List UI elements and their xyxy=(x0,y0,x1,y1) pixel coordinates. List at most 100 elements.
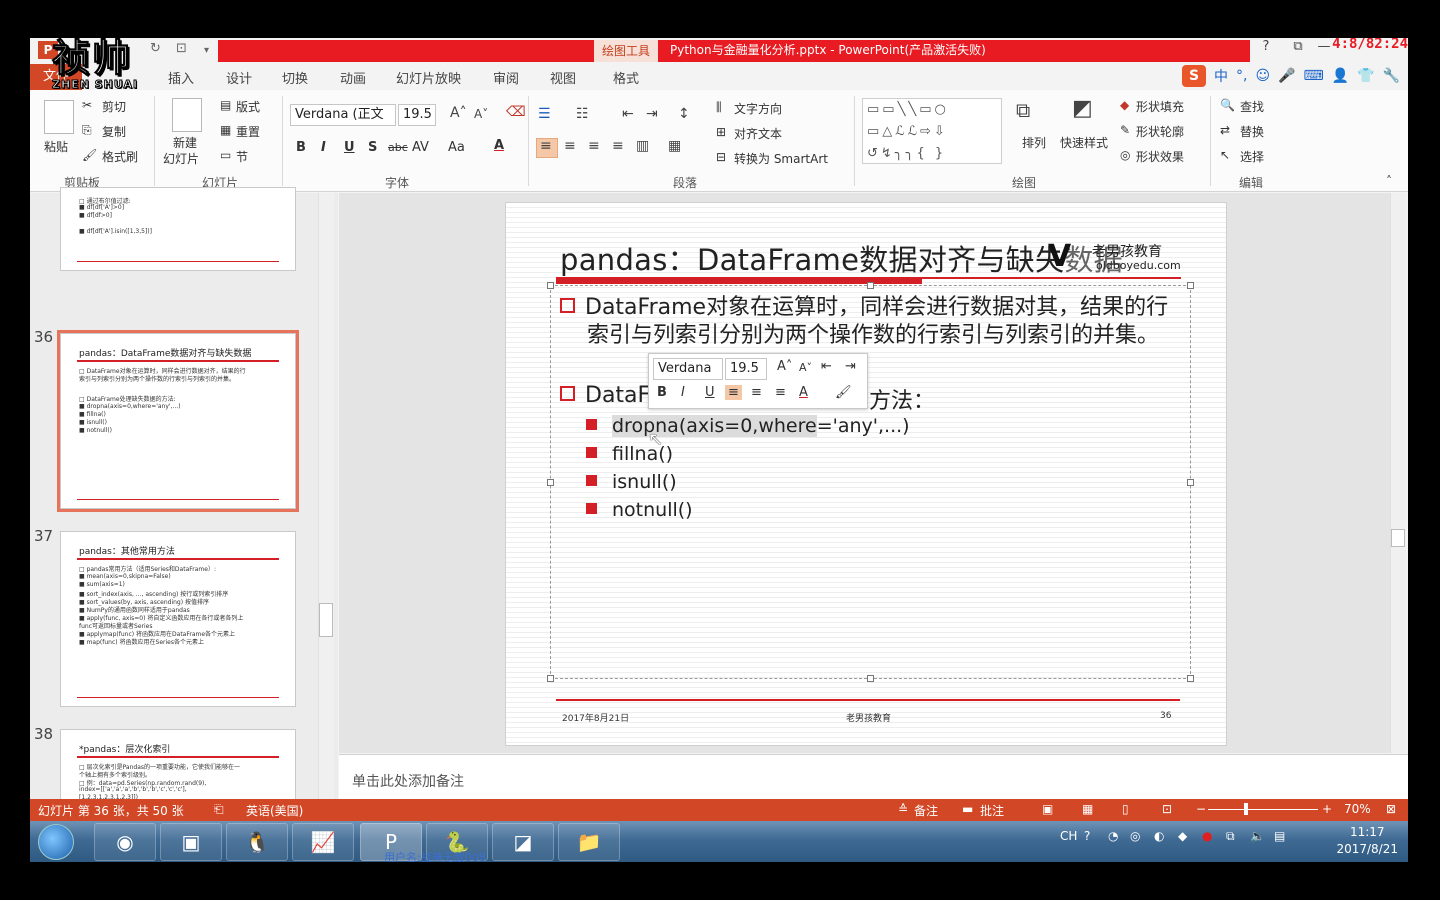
select-button[interactable]: 选择 xyxy=(1240,148,1264,165)
emoji-icon[interactable]: ☺ xyxy=(1255,68,1270,84)
shrink-font-icon[interactable]: A˅ xyxy=(474,107,488,121)
paste-button[interactable]: 粘贴 xyxy=(44,138,68,155)
shape-outline-button[interactable]: 形状轮廓 xyxy=(1136,123,1184,140)
change-case-button[interactable]: Aa xyxy=(448,140,465,155)
select-icon[interactable]: ↖ xyxy=(1220,148,1230,162)
zoom-slider-knob[interactable] xyxy=(1244,803,1248,815)
microphone-icon[interactable]: 🎤 xyxy=(1278,68,1295,84)
resize-handle[interactable] xyxy=(547,282,554,289)
tab-format[interactable]: 格式 xyxy=(613,68,639,87)
tab-animations[interactable]: 动画 xyxy=(340,68,366,87)
resize-handle[interactable] xyxy=(867,675,874,682)
resize-handle[interactable] xyxy=(1187,282,1194,289)
columns-icon[interactable]: ▦ xyxy=(668,138,681,154)
quick-styles-button[interactable]: 快速样式 xyxy=(1060,134,1108,151)
tab-view[interactable]: 视图 xyxy=(550,68,576,87)
sogou-ime-toolbar[interactable]: S 中 °, ☺ 🎤 ⌨ 👤 👕 🔧 xyxy=(1182,65,1400,87)
tab-design[interactable]: 设计 xyxy=(226,68,252,87)
resize-handle[interactable] xyxy=(1187,675,1194,682)
shape-outline-icon[interactable]: ✎ xyxy=(1120,123,1130,137)
mini-size-combo[interactable]: 19.5 xyxy=(725,358,767,380)
section-button[interactable]: 节 xyxy=(236,148,248,165)
folder-icon[interactable]: 📁 xyxy=(558,823,620,861)
mini-bold-button[interactable]: B xyxy=(657,385,667,400)
tab-transitions[interactable]: 切换 xyxy=(282,68,308,87)
decrease-indent-icon[interactable]: ⇤ xyxy=(622,106,634,122)
bullets-icon[interactable]: ☰ xyxy=(538,106,551,122)
punctuation-icon[interactable]: °, xyxy=(1236,68,1247,84)
tray-icon[interactable]: ◔ xyxy=(1108,829,1118,843)
canvas-scroll-thumb[interactable] xyxy=(1391,529,1405,547)
collapse-ribbon-icon[interactable]: ˄ xyxy=(1386,174,1392,188)
notes-pane[interactable]: 单击此处添加备注 xyxy=(339,754,1408,799)
redo-icon[interactable]: ↻ xyxy=(150,41,161,56)
zoom-in-button[interactable]: + xyxy=(1322,802,1332,816)
shapes-gallery[interactable]: ▭▭╲╲▭○ ▭△ℒℒ⇨⇩ ↺↯╮╮{ } xyxy=(862,98,1002,164)
replace-button[interactable]: 替换 xyxy=(1240,123,1264,140)
line-spacing-icon[interactable]: ↕ xyxy=(678,106,690,122)
volume-icon[interactable]: 🔈 xyxy=(1250,829,1265,843)
arrange-icon[interactable]: ⧉ xyxy=(1016,98,1030,122)
canvas-scrollbar[interactable] xyxy=(1390,193,1406,753)
network-app-icon[interactable]: ◐ xyxy=(1154,829,1164,843)
mini-decrease-indent-icon[interactable]: ⇤ xyxy=(821,359,832,374)
arrange-button[interactable]: 排列 xyxy=(1022,134,1046,151)
bold-button[interactable]: B xyxy=(296,140,306,155)
skin-icon[interactable]: 👕 xyxy=(1357,68,1374,84)
ribbon-display-options-icon[interactable]: ⧉ xyxy=(1286,39,1310,54)
notes-icon[interactable]: ≙ xyxy=(898,802,908,816)
presenter-app-icon[interactable]: ◪ xyxy=(492,823,554,861)
copy-icon[interactable]: ⎘ xyxy=(82,123,92,138)
slide-title[interactable]: pandas：DataFrame数据对齐与缺失数据 xyxy=(560,237,1123,279)
section-icon[interactable]: ▭ xyxy=(220,148,231,162)
zoom-slider-track[interactable] xyxy=(1208,809,1318,810)
presentation-start-icon[interactable]: ⊡ xyxy=(176,41,187,56)
align-text-button[interactable]: 对齐文本 xyxy=(734,125,782,142)
layout-button[interactable]: 版式 xyxy=(236,98,260,115)
format-painter-icon[interactable]: 🖌 xyxy=(82,148,97,162)
ime-mode-chinese[interactable]: 中 xyxy=(1214,66,1228,86)
zoom-level[interactable]: 70% xyxy=(1344,802,1371,816)
resize-handle[interactable] xyxy=(547,479,554,486)
layout-icon[interactable]: ▤ xyxy=(220,98,231,112)
qq-icon[interactable]: 🐧 xyxy=(226,823,288,861)
shape-effects-button[interactable]: 形状效果 xyxy=(1136,148,1184,165)
network-icon[interactable]: ▤ xyxy=(1274,829,1285,843)
mini-align-left-icon[interactable]: ≡ xyxy=(725,385,742,400)
font-size-combo[interactable]: 19.5 xyxy=(398,104,436,126)
font-name-combo[interactable]: Verdana (正文 xyxy=(290,104,396,126)
find-button[interactable]: 查找 xyxy=(1240,98,1264,115)
mini-shrink-font-icon[interactable]: A˅ xyxy=(799,361,812,374)
chrome-icon[interactable]: ◉ xyxy=(94,823,156,861)
normal-view-icon[interactable]: ▣ xyxy=(1042,802,1053,816)
tools-icon[interactable]: 🔧 xyxy=(1383,68,1400,84)
drawing-tools-context-tab[interactable]: 绘图工具 xyxy=(594,40,658,62)
align-text-icon[interactable]: ⊞ xyxy=(716,125,726,139)
cut-icon[interactable]: ✂ xyxy=(82,98,92,112)
align-center-icon[interactable]: ≡ xyxy=(564,138,576,154)
justify-icon[interactable]: ≡ xyxy=(612,138,624,154)
new-slide-button[interactable]: 新建 xyxy=(173,134,197,151)
resize-handle[interactable] xyxy=(1187,479,1194,486)
reading-view-icon[interactable]: ▯ xyxy=(1122,802,1129,816)
taskbar-clock[interactable]: 11:17 2017/8/21 xyxy=(1336,824,1398,858)
resize-handle[interactable] xyxy=(547,675,554,682)
shape-fill-icon[interactable]: ◆ xyxy=(1120,98,1129,112)
mini-format-painter-icon[interactable]: 🖌 xyxy=(835,385,852,400)
mini-font-combo[interactable]: Verdana xyxy=(653,358,723,380)
record-icon[interactable]: ◎ xyxy=(1130,829,1140,843)
quick-styles-icon[interactable]: ◩ xyxy=(1072,96,1093,121)
start-button-icon[interactable] xyxy=(38,824,74,860)
thumbnails-scroll-thumb[interactable] xyxy=(319,603,333,637)
qat-customize-icon[interactable]: ▾ xyxy=(204,45,209,56)
keyboard-icon[interactable]: ⌨ xyxy=(1304,68,1324,84)
user-icon[interactable]: 👤 xyxy=(1332,68,1349,84)
slide-sorter-icon[interactable]: ▦ xyxy=(1082,802,1093,816)
mini-font-color-icon[interactable]: A xyxy=(799,385,808,400)
align-right-icon[interactable]: ≡ xyxy=(588,138,600,154)
notes-placeholder[interactable]: 单击此处添加备注 xyxy=(352,771,464,791)
underline-button[interactable]: U xyxy=(344,140,355,155)
zoom-out-button[interactable]: − xyxy=(1196,802,1206,816)
help-tray-icon[interactable]: ? xyxy=(1084,829,1090,843)
slideshow-view-icon[interactable]: ⊡ xyxy=(1162,802,1172,816)
